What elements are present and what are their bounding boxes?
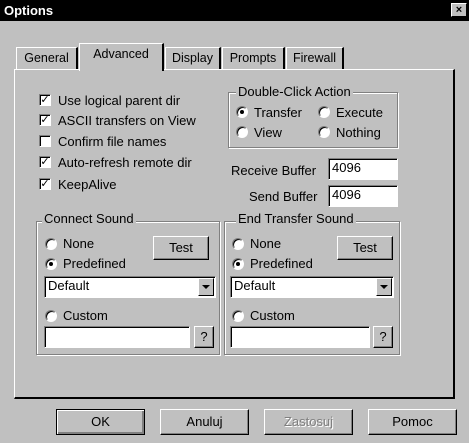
checkbox-ascii-transfers[interactable]: ✓	[39, 114, 51, 126]
tab-prompts[interactable]: Prompts	[222, 47, 285, 69]
checkbox-keepalive[interactable]: ✓	[39, 178, 51, 190]
label-view: View	[254, 125, 282, 140]
end-label-custom: Custom	[250, 308, 295, 323]
title-bar: Options	[0, 0, 469, 21]
double-click-action-title: Double-Click Action	[236, 84, 353, 99]
chevron-down-icon[interactable]	[376, 278, 392, 296]
close-button[interactable]: ×	[451, 3, 467, 17]
connect-custom-field[interactable]	[44, 326, 190, 348]
window-title: Options	[4, 3, 54, 18]
tab-label: Display	[172, 51, 213, 65]
tab-advanced[interactable]: Advanced	[79, 43, 164, 71]
end-custom-field[interactable]	[230, 326, 370, 348]
label-keepalive: KeepAlive	[58, 177, 117, 192]
radio-dot	[240, 110, 244, 114]
end-label-none: None	[250, 236, 282, 251]
radio-dot	[49, 262, 53, 266]
radio-nothing[interactable]	[318, 126, 330, 138]
close-icon: ×	[455, 4, 463, 16]
connect-radio-custom[interactable]	[45, 310, 57, 322]
apply-button[interactable]: Zastosuj	[264, 409, 353, 435]
receive-buffer-field[interactable]: 4096	[328, 158, 398, 180]
checkbox-confirm-file-names[interactable]	[39, 135, 51, 147]
radio-view[interactable]	[236, 126, 248, 138]
connect-label-predefined: Predefined	[63, 256, 126, 271]
label-nothing: Nothing	[336, 125, 381, 140]
label-confirm-file-names: Confirm file names	[58, 134, 167, 149]
send-buffer-field[interactable]: 4096	[328, 185, 398, 207]
tab-firewall[interactable]: Firewall	[286, 47, 344, 69]
label-use-logical-parent-dir: Use logical parent dir	[58, 93, 181, 108]
checkbox-auto-refresh[interactable]: ✓	[39, 156, 51, 168]
end-label-predefined: Predefined	[250, 256, 313, 271]
connect-label-none: None	[63, 236, 95, 251]
help-button[interactable]: Pomoc	[368, 409, 457, 435]
connect-radio-predefined[interactable]	[45, 258, 57, 270]
end-radio-predefined[interactable]	[232, 258, 244, 270]
connect-sound-dropdown[interactable]: Default	[44, 276, 216, 298]
tab-display[interactable]: Display	[165, 47, 221, 69]
check-icon: ✓	[40, 178, 50, 190]
end-browse-button[interactable]: ?	[373, 326, 393, 348]
connect-test-button[interactable]: Test	[153, 236, 209, 260]
end-transfer-sound-title: End Transfer Sound	[236, 211, 356, 226]
label-execute: Execute	[336, 105, 383, 120]
end-radio-none[interactable]	[232, 238, 244, 250]
cancel-button[interactable]: Anuluj	[160, 409, 249, 435]
connect-sound-title: Connect Sound	[42, 211, 136, 226]
label-transfer: Transfer	[254, 105, 302, 120]
connect-label-custom: Custom	[63, 308, 108, 323]
end-sound-dropdown[interactable]: Default	[230, 276, 394, 298]
tab-label: Firewall	[292, 51, 337, 65]
connect-radio-none[interactable]	[45, 238, 57, 250]
ok-button[interactable]: OK	[56, 409, 145, 435]
check-icon: ✓	[40, 94, 50, 106]
tab-general[interactable]: General	[16, 47, 78, 69]
tab-label: Advanced	[93, 47, 149, 61]
end-radio-custom[interactable]	[232, 310, 244, 322]
tab-label: General	[24, 51, 69, 65]
tab-label: Prompts	[229, 51, 277, 65]
check-icon: ✓	[40, 114, 50, 126]
radio-transfer[interactable]	[236, 106, 248, 118]
connect-browse-button[interactable]: ?	[194, 326, 214, 348]
checkbox-use-logical-parent-dir[interactable]: ✓	[39, 94, 51, 106]
end-test-button[interactable]: Test	[337, 236, 393, 260]
chevron-down-icon[interactable]	[198, 278, 214, 296]
label-ascii-transfers: ASCII transfers on View	[58, 113, 196, 128]
radio-execute[interactable]	[318, 106, 330, 118]
receive-buffer-label: Receive Buffer	[231, 163, 317, 178]
radio-dot	[236, 262, 240, 266]
send-buffer-label: Send Buffer	[249, 189, 318, 204]
label-auto-refresh: Auto-refresh remote dir	[58, 155, 192, 170]
check-icon: ✓	[40, 156, 50, 168]
